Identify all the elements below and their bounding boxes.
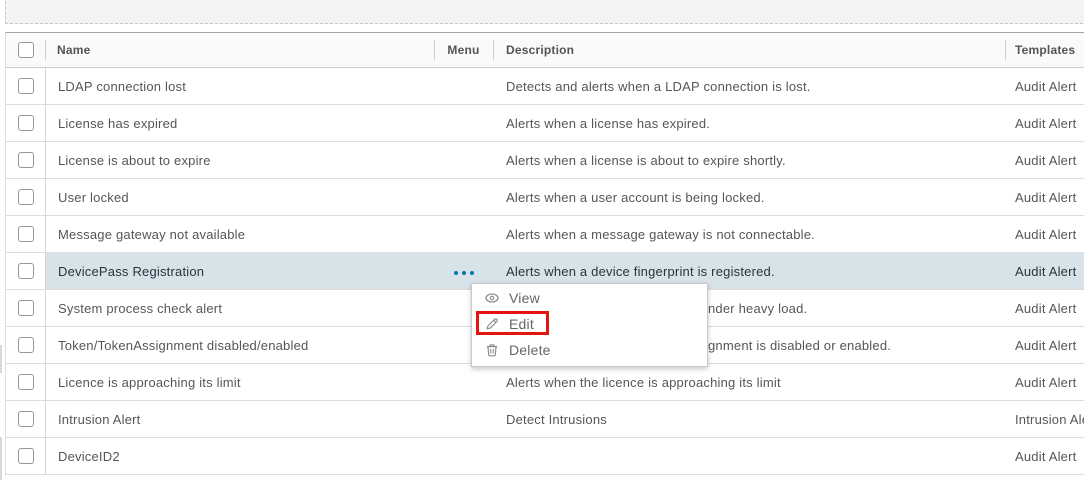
row-name: Message gateway not available [45,216,434,252]
row-menu-cell [434,142,493,178]
row-checkbox-cell [6,142,45,178]
menu-item-view[interactable]: View [472,285,707,311]
page-edge-sliver [0,345,2,373]
row-name: Token/TokenAssignment disabled/enabled [45,327,434,363]
row-name: DeviceID2 [45,438,434,474]
edit-annotation-box [476,311,549,335]
eye-icon [484,290,500,306]
row-menu-cell [434,105,493,141]
row-checkbox[interactable] [18,374,34,390]
row-checkbox[interactable] [18,448,34,464]
row-checkbox-cell [6,253,45,289]
row-description: Alerts when a license is about to expire… [493,142,1005,178]
row-menu-cell [434,216,493,252]
row-menu-cell [434,401,493,437]
row-description [493,438,1005,474]
row-templates: Audit Alert [1005,216,1084,252]
row-name: LDAP connection lost [45,68,434,104]
column-header-description[interactable]: Description [493,33,1005,67]
row-description: Alerts when the licence is approaching i… [493,364,1005,400]
select-all-checkbox[interactable] [18,42,34,58]
row-name: License has expired [45,105,434,141]
column-header-menu[interactable]: Menu [434,33,493,67]
row-checkbox[interactable] [18,263,34,279]
row-checkbox-cell [6,68,45,104]
row-checkbox-cell [6,327,45,363]
table-row[interactable]: LDAP connection lost Detects and alerts … [6,68,1084,105]
menu-item-view-label: View [509,290,540,306]
row-name: License is about to expire [45,142,434,178]
row-checkbox-cell [6,290,45,326]
row-checkbox[interactable] [18,115,34,131]
table-row[interactable]: Licence is approaching its limit Alerts … [6,364,1084,401]
row-checkbox[interactable] [18,337,34,353]
table-row[interactable]: License has expired Alerts when a licens… [6,105,1084,142]
alert-definitions-page: Name Menu Description Templates LDAP con… [0,0,1084,480]
row-description: Alerts when a license has expired. [493,105,1005,141]
table-row[interactable]: License is about to expire Alerts when a… [6,142,1084,179]
row-description: Detects and alerts when a LDAP connectio… [493,68,1005,104]
row-name: Licence is approaching its limit [45,364,434,400]
row-checkbox-cell [6,105,45,141]
row-description: Alerts when a message gateway is not con… [493,216,1005,252]
row-checkbox-cell [6,438,45,474]
select-all-cell [6,33,45,67]
row-checkbox[interactable] [18,152,34,168]
menu-item-delete[interactable]: Delete [472,337,707,363]
row-checkbox-cell [6,364,45,400]
row-checkbox-cell [6,216,45,252]
row-templates: Audit Alert [1005,105,1084,141]
row-name: DevicePass Registration [45,253,434,289]
row-templates: Audit Alert [1005,253,1084,289]
row-templates: Audit Alert [1005,438,1084,474]
row-templates: Audit Alert [1005,68,1084,104]
row-menu-cell [434,438,493,474]
row-menu-cell [434,68,493,104]
row-description: Alerts when a user account is being lock… [493,179,1005,215]
row-checkbox[interactable] [18,78,34,94]
page-edge-sliver [0,437,2,480]
row-templates: Audit Alert [1005,179,1084,215]
row-name: User locked [45,179,434,215]
row-actions-ellipsis-icon[interactable] [454,271,474,275]
table-row[interactable]: User locked Alerts when a user account i… [6,179,1084,216]
row-checkbox-cell [6,179,45,215]
datagrid-header-row: Name Menu Description Templates [6,33,1084,68]
row-name: System process check alert [45,290,434,326]
row-checkbox[interactable] [18,300,34,316]
column-header-templates[interactable]: Templates [1005,33,1084,67]
row-checkbox[interactable] [18,411,34,427]
filter-dropzone [5,0,1084,24]
trash-icon [484,342,500,358]
menu-item-delete-label: Delete [509,342,551,358]
row-templates: Intrusion Alert [1005,401,1084,437]
table-row[interactable]: Intrusion Alert Detect Intrusions Intrus… [6,401,1084,438]
row-description: Detect Intrusions [493,401,1005,437]
table-row[interactable]: DeviceID2 Audit Alert [6,438,1084,475]
alerts-datagrid: Name Menu Description Templates LDAP con… [5,32,1084,475]
row-menu-cell [434,364,493,400]
row-name: Intrusion Alert [45,401,434,437]
row-templates: Audit Alert [1005,290,1084,326]
row-templates: Audit Alert [1005,364,1084,400]
row-templates: Audit Alert [1005,327,1084,363]
row-templates: Audit Alert [1005,142,1084,178]
row-checkbox-cell [6,401,45,437]
column-header-name[interactable]: Name [45,33,434,67]
row-menu-cell [434,179,493,215]
row-checkbox[interactable] [18,189,34,205]
table-row[interactable]: Message gateway not available Alerts whe… [6,216,1084,253]
row-checkbox[interactable] [18,226,34,242]
